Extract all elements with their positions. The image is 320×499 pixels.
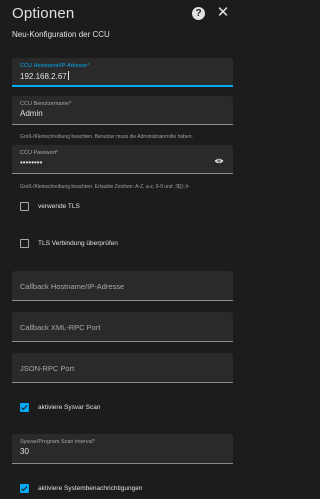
callback-port-placeholder: Callback XML-RPC Port	[20, 323, 101, 332]
scan-interval-label: Sysvar/Program Scan interval*	[20, 439, 95, 445]
sysvar-scan-checkbox[interactable]	[20, 403, 29, 412]
sysvar-scan-label: aktiviere Sysvar Scan	[38, 404, 101, 411]
scan-interval-value: 30	[20, 447, 29, 456]
tls-label: verwende TLS	[38, 203, 80, 210]
ccu-username-value: Admin	[20, 109, 43, 118]
scan-interval-field[interactable]: Sysvar/Program Scan interval* 30	[12, 434, 233, 464]
eye-icon[interactable]	[214, 158, 224, 164]
close-icon[interactable]: ✕	[215, 5, 231, 21]
json-rpc-port-placeholder: JSON-RPC Port	[20, 364, 75, 373]
dialog-subtitle: Neu-Konfiguration der CCU	[12, 30, 110, 39]
ccu-host-label: CCU Hostname/IP-Adresse*	[20, 63, 90, 69]
callback-host-field[interactable]: Callback Hostname/IP-Adresse	[12, 271, 233, 301]
options-dialog: Optionen ? ✕ Neu-Konfiguration der CCU C…	[0, 0, 243, 499]
ccu-password-helper: Groß-/Kleinschreibung beachten. Erlaubte…	[20, 184, 191, 190]
ccu-username-label: CCU Benutzername*	[20, 101, 72, 107]
system-notifications-checkbox[interactable]	[20, 484, 29, 493]
dialog-title: Optionen	[12, 5, 75, 22]
text-caret	[67, 71, 69, 80]
ccu-username-helper: Groß-/Kleinschreibung beachten. Benutzer…	[20, 134, 193, 140]
ccu-password-value: ••••••••	[20, 158, 43, 167]
ccu-password-label: CCU Passwort*	[20, 150, 59, 156]
help-icon[interactable]: ?	[192, 7, 205, 20]
system-notifications-label: aktiviere Systembenachrichtigungen	[38, 485, 143, 492]
callback-port-field[interactable]: Callback XML-RPC Port	[12, 312, 233, 342]
callback-host-placeholder: Callback Hostname/IP-Adresse	[20, 282, 125, 291]
ccu-password-field[interactable]: CCU Passwort* ••••••••	[12, 145, 233, 174]
verify-tls-checkbox[interactable]	[20, 239, 29, 248]
verify-tls-label: TLS Verbindung überprüfen	[38, 240, 118, 247]
tls-checkbox[interactable]	[20, 202, 29, 211]
json-rpc-port-field[interactable]: JSON-RPC Port	[12, 353, 233, 383]
ccu-username-field[interactable]: CCU Benutzername* Admin	[12, 96, 233, 125]
dialog-header: Optionen ? ✕	[0, 0, 243, 28]
ccu-host-value: 192.168.2.67	[20, 72, 67, 81]
ccu-host-field[interactable]: CCU Hostname/IP-Adresse* 192.168.2.67	[12, 58, 233, 87]
